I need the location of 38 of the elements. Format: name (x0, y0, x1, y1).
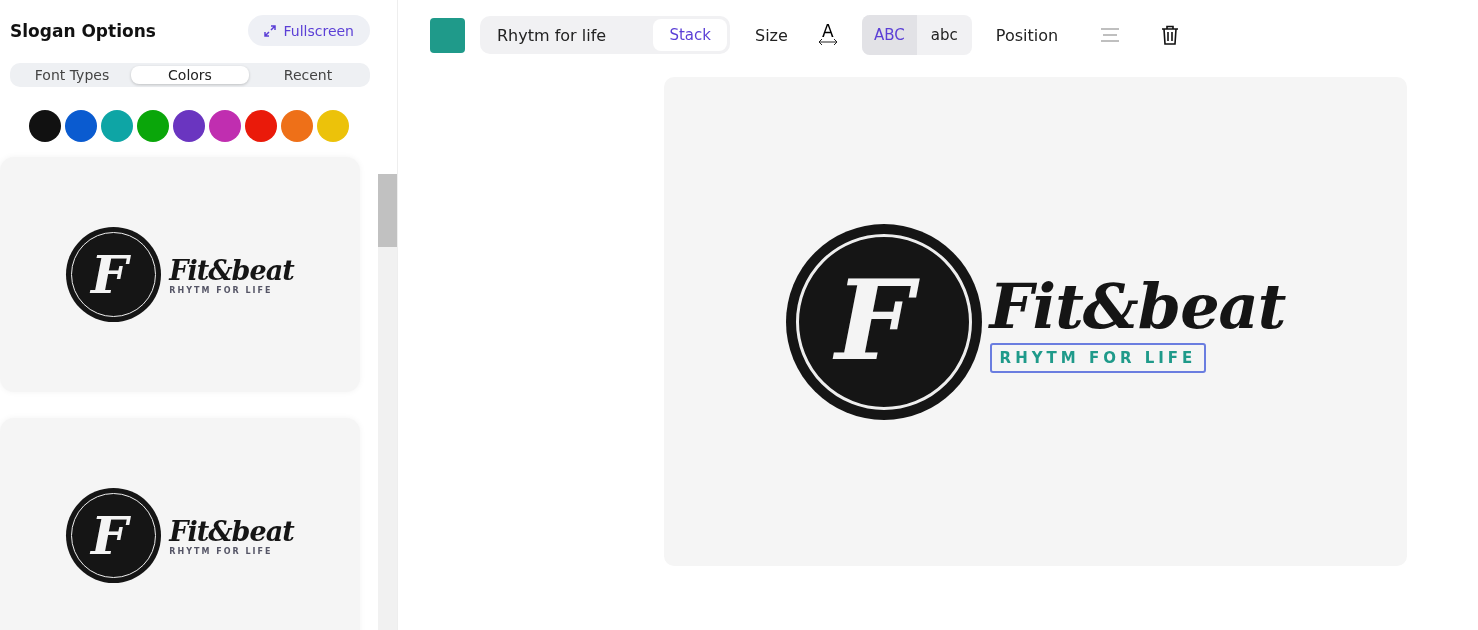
position-label[interactable]: Position (995, 25, 1059, 45)
brand-name: Fit&beat (169, 515, 294, 547)
stack-button[interactable]: Stack (653, 19, 727, 51)
monogram-letter: F (829, 258, 938, 385)
monogram-letter: F (88, 505, 140, 566)
color-swatch[interactable] (209, 110, 241, 142)
color-swatch[interactable] (281, 110, 313, 142)
slogan-text: RHYTM FOR LIFE (169, 285, 273, 295)
slogan-input-field[interactable]: Rhytm for life Stack (480, 16, 730, 54)
panel-title: Slogan Options (10, 20, 156, 41)
fullscreen-button[interactable]: Fullscreen (247, 15, 370, 46)
color-swatch[interactable] (101, 110, 133, 142)
tab[interactable]: Colors (131, 66, 249, 84)
scrollbar-thumb[interactable] (378, 174, 397, 247)
align-center-icon[interactable] (1100, 28, 1121, 42)
tab[interactable]: Recent (249, 66, 367, 84)
color-swatch[interactable] (29, 110, 61, 142)
letter-spacing-button[interactable]: A (817, 24, 838, 46)
logo-preview-card[interactable]: F Fit&beat RHYTM FOR LIFE (0, 418, 360, 630)
color-swatch[interactable] (65, 110, 97, 142)
brand-name: Fit&beat (169, 254, 294, 286)
color-swatch[interactable] (173, 110, 205, 142)
monogram-letter: F (88, 244, 140, 305)
brand-name: Fit&beat (989, 270, 1286, 343)
expand-icon (263, 24, 276, 37)
slogan-input-value: Rhytm for life (497, 25, 607, 45)
logo-preview-card[interactable]: F Fit&beat RHYTM FOR LIFE (0, 157, 360, 392)
size-label[interactable]: Size (755, 25, 788, 45)
color-swatch[interactable] (317, 110, 349, 142)
case-option[interactable]: abc (916, 15, 972, 55)
case-option[interactable]: ABC (861, 15, 917, 55)
tab[interactable]: Font Types (13, 66, 131, 84)
slogan-text: RHYTM FOR LIFE (169, 546, 273, 556)
color-swatch[interactable] (137, 110, 169, 142)
trash-icon[interactable] (1161, 25, 1180, 45)
color-swatch[interactable] (245, 110, 277, 142)
color-picker-button[interactable] (430, 17, 465, 53)
double-arrow-icon (817, 38, 838, 46)
